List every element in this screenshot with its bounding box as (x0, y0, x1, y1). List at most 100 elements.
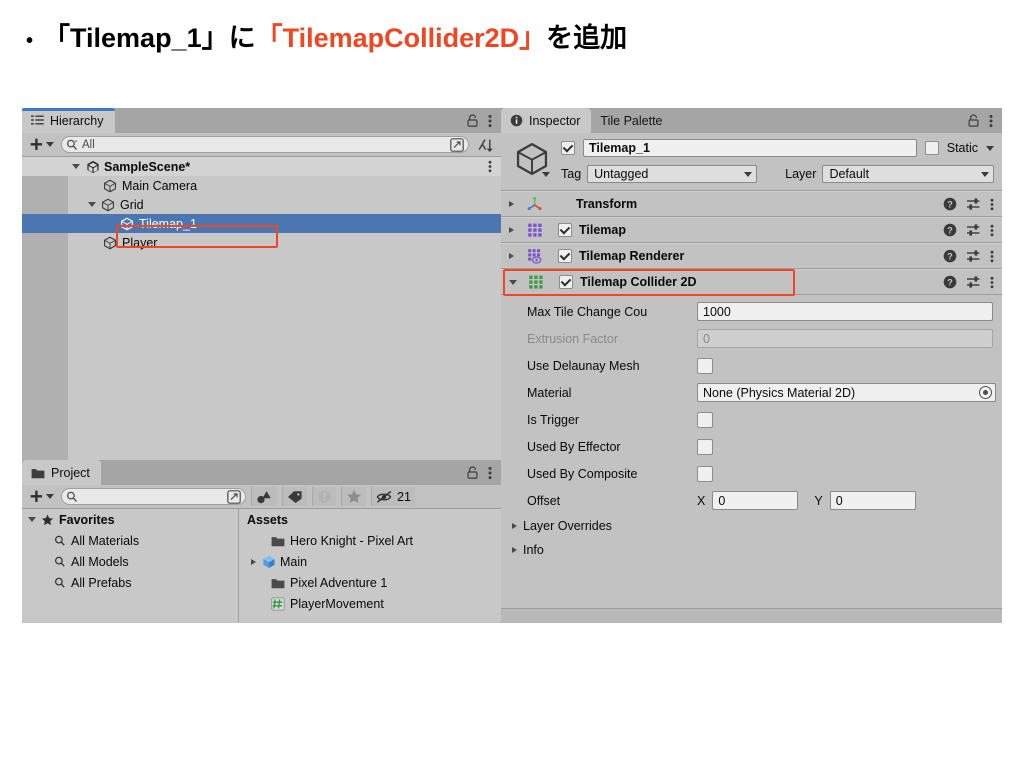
help-icon[interactable]: ? (943, 249, 957, 263)
component-row-tilemap-collider-2d[interactable]: Tilemap Collider 2D ? (501, 269, 1002, 296)
offset-y-input[interactable]: 0 (829, 491, 916, 510)
hierarchy-row-label: Main Camera (122, 178, 198, 193)
kebab-menu-icon[interactable] (990, 224, 994, 237)
hierarchy-row-samplescene[interactable]: SampleScene* (22, 157, 501, 176)
project-tab-actions (467, 460, 501, 485)
chevron-right-icon[interactable] (251, 558, 256, 565)
component-row-tilemap-renderer[interactable]: Tilemap Renderer ? (501, 243, 1002, 269)
project-assets-item-playermovement[interactable]: PlayerMovement (239, 593, 501, 614)
hierarchy-row-tilemap-1[interactable]: Tilemap_1 (22, 214, 501, 233)
gameobject-enabled-checkbox[interactable] (561, 141, 575, 155)
hierarchy-row-label: SampleScene* (104, 159, 191, 174)
title-text-part1: 「Tilemap_1」に (43, 23, 256, 53)
kebab-menu-icon[interactable] (990, 198, 994, 211)
chevron-down-icon[interactable] (509, 279, 517, 285)
used-by-composite-checkbox[interactable] (697, 465, 713, 482)
project-assets-item-main[interactable]: Main (239, 551, 501, 572)
project-tabbar: Project (22, 460, 501, 485)
component-name: Tilemap (579, 223, 627, 237)
lock-icon[interactable] (467, 114, 478, 127)
component-row-tilemap[interactable]: Tilemap ? (501, 217, 1002, 243)
component-enabled-checkbox[interactable] (559, 275, 573, 289)
layer-dropdown[interactable]: Default (822, 165, 994, 183)
project-assets-item-label: PlayerMovement (290, 596, 384, 611)
chevron-down-icon[interactable] (88, 202, 96, 207)
label-tag-icon[interactable] (282, 487, 307, 506)
hidden-assets-toggle[interactable]: 21 (371, 487, 415, 506)
help-icon[interactable]: ? (943, 223, 957, 237)
foldout-layer-overrides[interactable]: Layer Overrides (501, 514, 1002, 538)
expand-window-icon[interactable] (450, 137, 464, 152)
tag-dropdown[interactable]: Untagged (587, 165, 758, 183)
project-favorites-all-materials[interactable]: All Materials (22, 530, 238, 551)
is-trigger-checkbox[interactable] (697, 411, 713, 428)
chevron-down-icon[interactable] (72, 164, 80, 169)
project-add-button[interactable] (27, 489, 56, 504)
tab-project[interactable]: Project (22, 460, 101, 485)
chevron-down-icon[interactable] (542, 172, 550, 177)
object-picker-icon[interactable] (979, 386, 992, 399)
component-row-transform[interactable]: Transform ? (501, 191, 1002, 217)
kebab-menu-icon[interactable] (488, 466, 492, 480)
component-enabled-checkbox[interactable] (558, 223, 572, 237)
max-tile-change-count-input[interactable]: 1000 (697, 302, 993, 321)
hierarchy-add-button[interactable] (27, 137, 56, 152)
project-assets-item-label: Hero Knight - Pixel Art (290, 533, 413, 548)
project-assets-header: Assets (239, 509, 501, 530)
chevron-down-icon[interactable] (28, 517, 36, 522)
material-object-field[interactable]: None (Physics Material 2D) (697, 383, 996, 402)
chevron-right-icon[interactable] (512, 523, 517, 529)
chevron-right-icon[interactable] (509, 227, 514, 233)
star-icon (41, 514, 54, 526)
hierarchy-row-main-camera[interactable]: Main Camera (22, 176, 501, 195)
info-icon (510, 114, 523, 127)
chevron-right-icon[interactable] (512, 547, 517, 553)
chevron-right-icon[interactable] (509, 253, 514, 259)
lock-icon[interactable] (968, 114, 979, 127)
project-assets-item-pixel-adventure[interactable]: Pixel Adventure 1 (239, 572, 501, 593)
chevron-right-icon[interactable] (509, 201, 514, 207)
tab-inspector[interactable]: Inspector (501, 108, 592, 133)
preset-icon[interactable] (966, 275, 981, 289)
project-favorites-all-models[interactable]: All Models (22, 551, 238, 572)
tab-hierarchy[interactable]: Hierarchy (22, 108, 115, 133)
project-favorites-item-label: All Models (71, 554, 129, 569)
component-enabled-checkbox[interactable] (558, 249, 572, 263)
kebab-menu-icon[interactable] (488, 160, 501, 173)
preset-icon[interactable] (966, 223, 981, 237)
kebab-menu-icon[interactable] (989, 114, 993, 128)
hierarchy-sort-button[interactable] (474, 135, 496, 154)
hierarchy-search-input[interactable]: All (61, 136, 469, 153)
search-icon (54, 535, 66, 547)
hierarchy-row-grid[interactable]: Grid (22, 195, 501, 214)
extrusion-factor-input: 0 (697, 329, 993, 348)
offset-x-input[interactable]: 0 (712, 491, 799, 510)
chevron-down-icon[interactable] (986, 145, 994, 151)
expand-window-icon[interactable] (227, 489, 241, 504)
lock-icon[interactable] (467, 466, 478, 479)
foldout-info[interactable]: Info (501, 538, 1002, 562)
preset-icon[interactable] (966, 197, 981, 211)
star-favorite-icon[interactable] (341, 487, 366, 506)
tab-tile-palette[interactable]: Tile Palette (591, 108, 674, 133)
kebab-menu-icon[interactable] (488, 114, 492, 128)
project-favorites-all-prefabs[interactable]: All Prefabs (22, 572, 238, 593)
kebab-menu-icon[interactable] (990, 250, 994, 263)
hierarchy-row-player[interactable]: Player (22, 233, 501, 252)
help-icon[interactable]: ? (943, 275, 957, 289)
gameobject-name-input[interactable]: Tilemap_1 (583, 139, 917, 157)
warning-icon[interactable] (312, 487, 336, 506)
kebab-menu-icon[interactable] (990, 276, 994, 289)
tag-value: Untagged (594, 167, 649, 181)
hierarchy-toolbar: All (22, 133, 501, 157)
help-icon[interactable]: ? (943, 197, 957, 211)
hidden-eye-icon (376, 490, 394, 504)
use-delaunay-mesh-checkbox[interactable] (697, 357, 713, 374)
static-checkbox[interactable] (924, 141, 939, 155)
project-assets-item-hero-knight[interactable]: Hero Knight - Pixel Art (239, 530, 501, 551)
project-favorites-header[interactable]: Favorites (22, 509, 238, 530)
project-search-input[interactable] (61, 488, 246, 505)
shapes-filter-icon[interactable] (251, 487, 277, 506)
used-by-effector-checkbox[interactable] (697, 438, 713, 455)
preset-icon[interactable] (966, 249, 981, 263)
